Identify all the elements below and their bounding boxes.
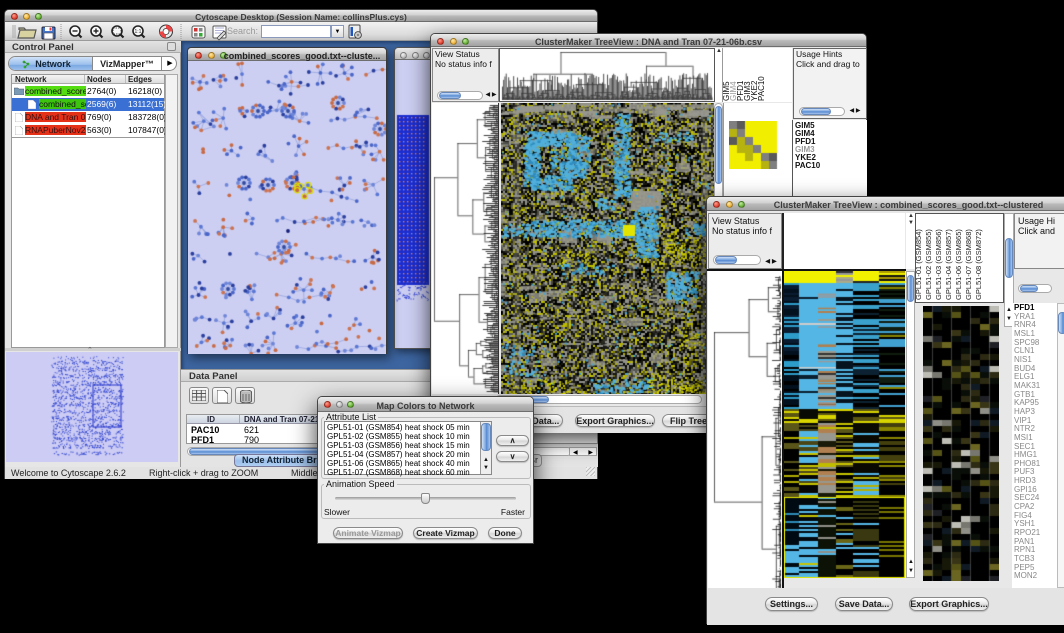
svg-text:1:1: 1:1 bbox=[135, 29, 142, 35]
